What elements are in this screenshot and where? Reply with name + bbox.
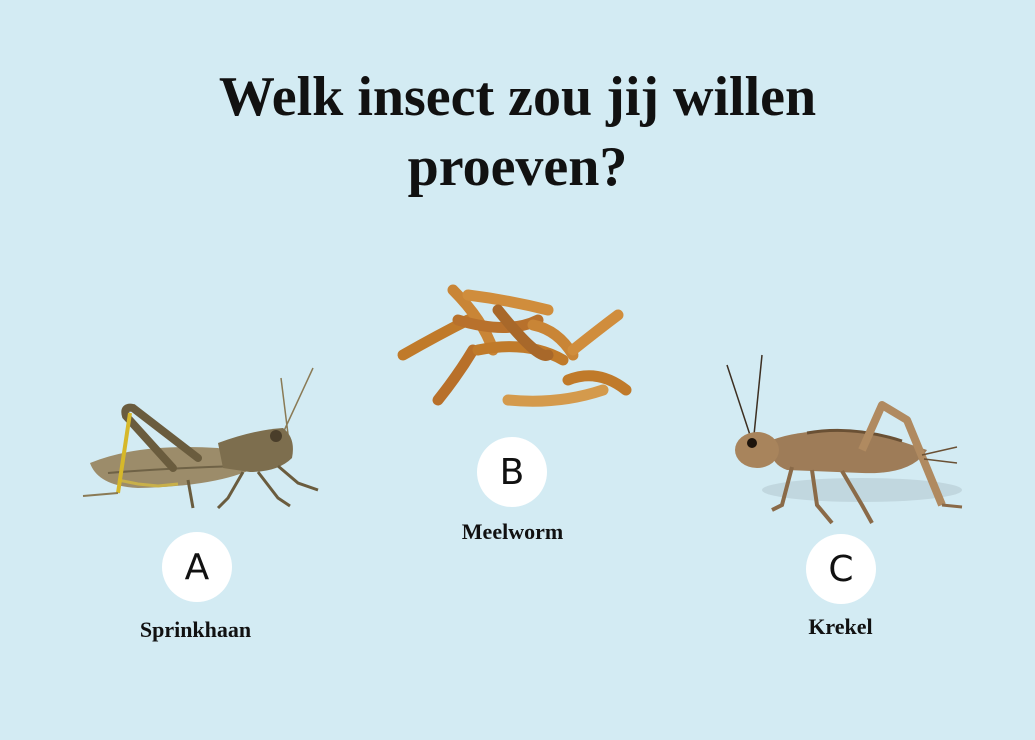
- option-b-badge[interactable]: B: [477, 437, 547, 507]
- option-a-label: Sprinkhaan: [139, 617, 252, 642]
- option-b-label: Meelworm: [461, 519, 564, 544]
- page-title: Welk insect zou jij willen proeven?: [0, 62, 1035, 202]
- option-c-badge[interactable]: C: [806, 534, 876, 604]
- grasshopper-image: [82, 367, 319, 510]
- page-title-line-2: proeven?: [407, 136, 628, 198]
- option-a-badge[interactable]: A: [162, 532, 232, 602]
- option-b-letter: B: [499, 451, 525, 493]
- option-c-letter: C: [828, 548, 854, 590]
- cricket-image: [726, 354, 963, 525]
- option-c-label: Krekel: [808, 614, 873, 639]
- option-a-letter: A: [184, 546, 210, 588]
- mealworm-image: [397, 284, 632, 407]
- page-title-line-1: Welk insect zou jij willen: [218, 66, 817, 128]
